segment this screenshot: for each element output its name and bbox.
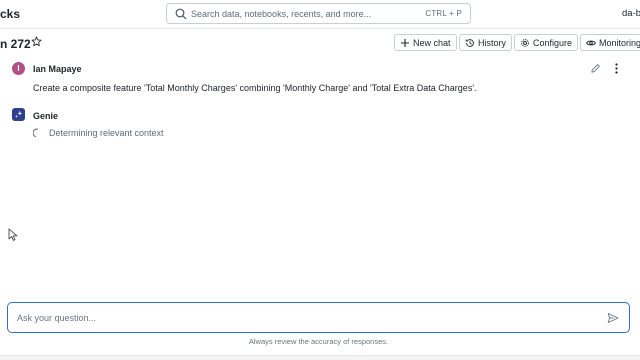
more-options-icon[interactable] <box>612 62 621 75</box>
configure-button[interactable]: Configure <box>514 34 579 51</box>
eye-icon <box>586 40 596 45</box>
gear-icon <box>521 38 529 47</box>
star-icon[interactable] <box>31 36 42 47</box>
workspace-user[interactable]: da-b <box>622 8 640 19</box>
history-button[interactable]: History <box>459 34 513 51</box>
app-brand[interactable]: cks <box>0 7 20 21</box>
new-chat-label: New chat <box>413 37 451 48</box>
user-message-text: Create a composite feature 'Total Monthl… <box>33 83 477 93</box>
monitoring-label: Monitoring <box>599 37 640 48</box>
sparkle-icon <box>14 110 23 118</box>
top-bar: cks Search data, notebooks, recents, and… <box>0 0 640 29</box>
assistant-name: Genie <box>33 111 59 121</box>
loading-spinner-icon <box>33 128 39 138</box>
pencil-icon[interactable] <box>590 63 601 74</box>
new-chat-button[interactable]: New chat <box>394 34 457 51</box>
monitoring-button[interactable]: Monitoring <box>580 34 640 51</box>
space-title-bar: n 272 New chat History Configure Monitor… <box>0 31 640 55</box>
genie-avatar <box>12 108 25 121</box>
search-placeholder: Search data, notebooks, recents, and mor… <box>191 9 372 19</box>
search-shortcut: CTRL + P <box>425 9 462 18</box>
question-placeholder: Ask your question... <box>17 313 97 323</box>
plus-icon <box>401 38 409 47</box>
send-icon[interactable] <box>607 312 619 324</box>
disclaimer-text: Always review the accuracy of responses. <box>248 337 389 346</box>
global-search[interactable]: Search data, notebooks, recents, and mor… <box>166 3 471 24</box>
configure-label: Configure <box>533 37 573 48</box>
user-name: Ian Mapaye <box>33 64 82 74</box>
question-input[interactable]: Ask your question... <box>7 302 630 333</box>
history-label: History <box>478 37 507 48</box>
assistant-status: Determining relevant context <box>49 128 164 138</box>
mouse-cursor-icon <box>8 228 18 241</box>
bottom-bar <box>0 355 640 360</box>
history-icon <box>465 38 474 47</box>
user-avatar: I <box>12 62 25 75</box>
search-icon <box>175 8 187 20</box>
page-title: n 272 <box>0 37 31 51</box>
